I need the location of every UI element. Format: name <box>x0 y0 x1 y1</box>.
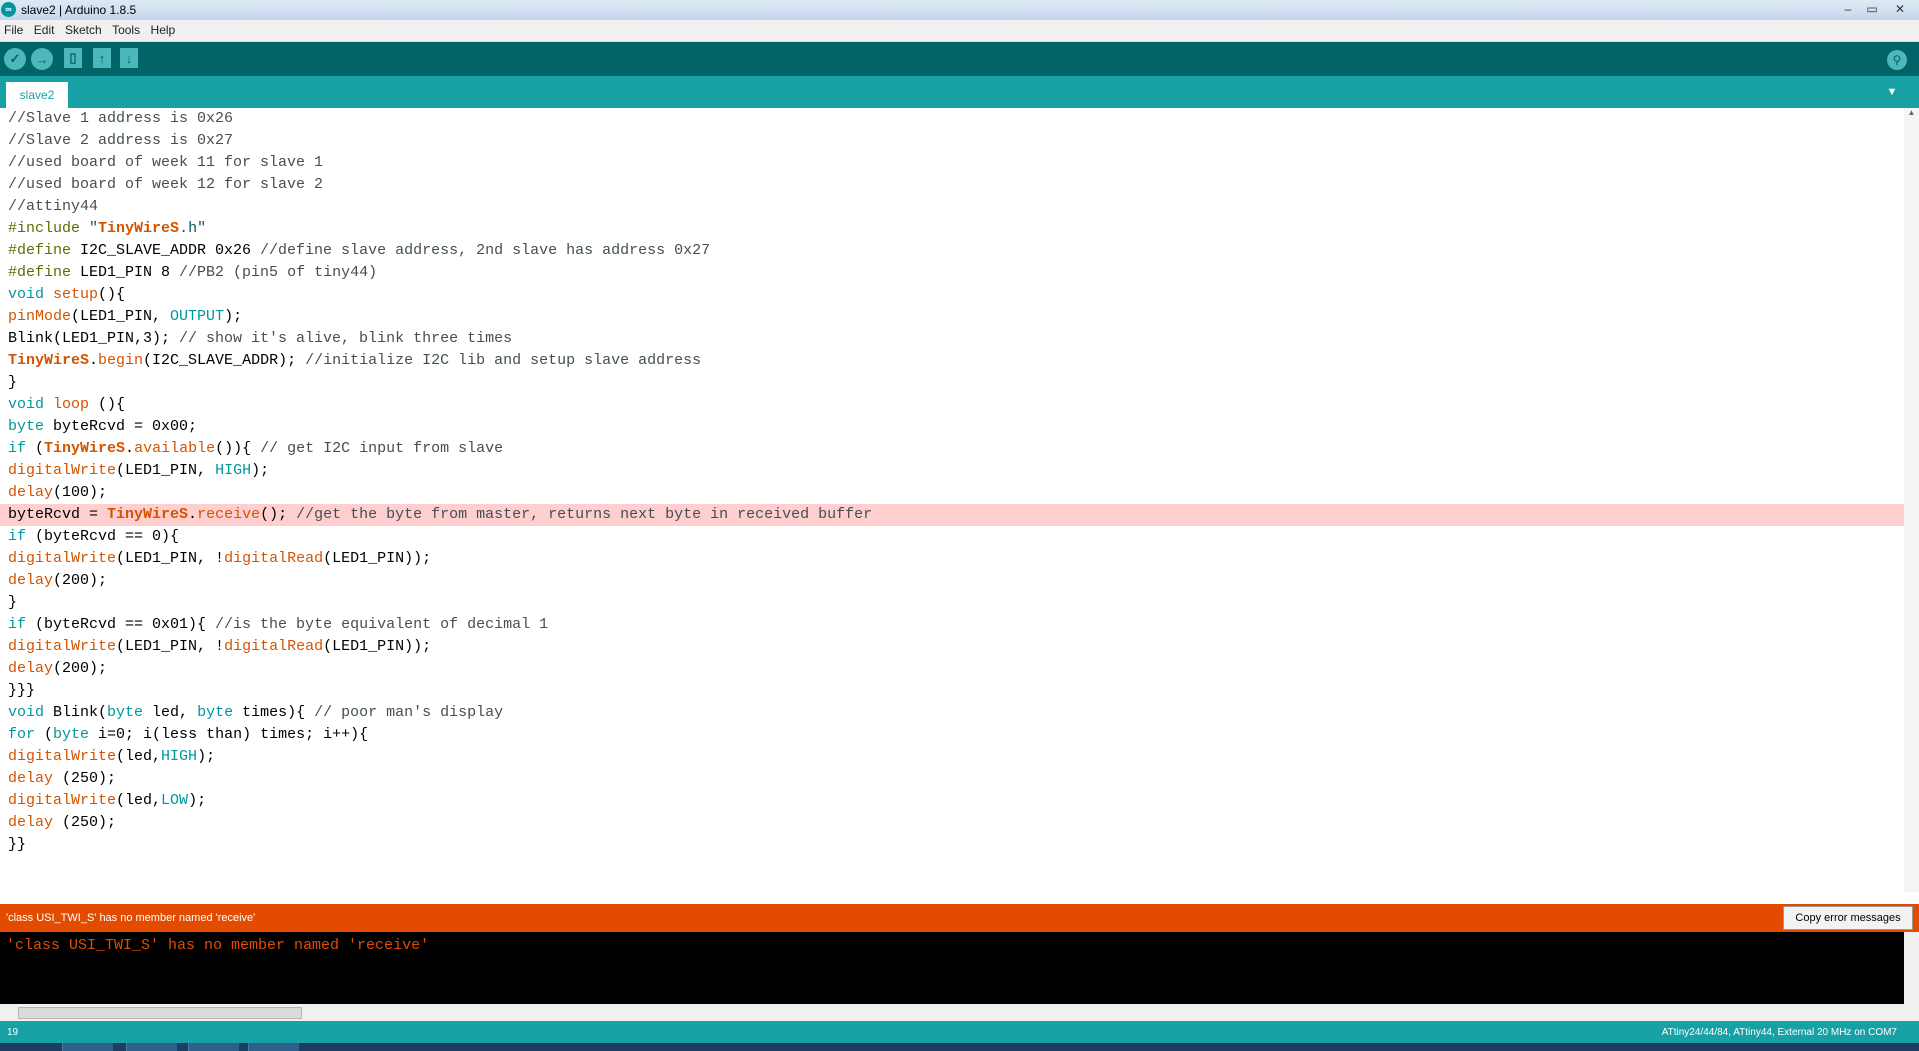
console-text: 'class USI_TWI_S' has no member named 'r… <box>6 937 430 954</box>
menu-sketch[interactable]: Sketch <box>61 20 104 37</box>
menu-tools[interactable]: Tools <box>108 20 142 37</box>
code-line[interactable]: digitalWrite(LED1_PIN, !digitalRead(LED1… <box>0 548 1904 570</box>
menu-help[interactable]: Help <box>147 20 178 37</box>
code-line[interactable]: if (byteRcvd == 0x01){ //is the byte equ… <box>0 614 1904 636</box>
status-bar: 19 ATtiny24/44/84, ATtiny44, External 20… <box>0 1021 1919 1043</box>
taskbar-item[interactable] <box>188 1043 239 1051</box>
menu-file[interactable]: File <box>0 20 25 37</box>
code-line[interactable]: //used board of week 11 for slave 1 <box>0 152 1904 174</box>
board-info: ATtiny24/44/84, ATtiny44, External 20 MH… <box>1661 1027 1897 1038</box>
toolbar: ✓ → ▯ ↑ ↓ ⚲ <box>0 42 1919 76</box>
save-icon[interactable]: ↓ <box>120 48 138 68</box>
code-editor[interactable]: //Slave 1 address is 0x26//Slave 2 addre… <box>0 108 1904 892</box>
verify-icon[interactable]: ✓ <box>4 48 26 70</box>
arduino-logo-icon: ∞ <box>1 2 16 17</box>
horizontal-scroll-thumb[interactable] <box>18 1007 302 1019</box>
tab-bar: slave2 ▼ <box>0 76 1919 108</box>
code-line[interactable]: for (byte i=0; i(less than) times; i++){ <box>0 724 1904 746</box>
upload-icon[interactable]: → <box>31 48 53 70</box>
code-line[interactable]: //Slave 2 address is 0x27 <box>0 130 1904 152</box>
console-vertical-scrollbar[interactable] <box>1904 932 1919 1004</box>
tab-menu-icon[interactable]: ▼ <box>1885 85 1899 99</box>
editor-vertical-scrollbar[interactable]: ▲ <box>1904 108 1919 892</box>
code-line[interactable]: #define LED1_PIN 8 //PB2 (pin5 of tiny44… <box>0 262 1904 284</box>
code-line[interactable]: delay (250); <box>0 812 1904 834</box>
menu-edit[interactable]: Edit <box>30 20 57 37</box>
taskbar-item[interactable] <box>126 1043 177 1051</box>
console-horizontal-scrollbar[interactable] <box>0 1004 1919 1021</box>
code-line[interactable]: void Blink(byte led, byte times){ // poo… <box>0 702 1904 724</box>
code-line[interactable]: Blink(LED1_PIN,3); // show it's alive, b… <box>0 328 1904 350</box>
console-output[interactable]: 'class USI_TWI_S' has no member named 'r… <box>0 932 1904 1004</box>
code-line[interactable]: }} <box>0 834 1904 856</box>
taskbar <box>0 1043 1919 1051</box>
code-line[interactable]: digitalWrite(LED1_PIN, HIGH); <box>0 460 1904 482</box>
code-line[interactable]: //used board of week 12 for slave 2 <box>0 174 1904 196</box>
code-line[interactable]: void loop (){ <box>0 394 1904 416</box>
taskbar-item[interactable] <box>62 1043 113 1051</box>
code-line[interactable]: digitalWrite(LED1_PIN, !digitalRead(LED1… <box>0 636 1904 658</box>
code-line[interactable]: delay(200); <box>0 570 1904 592</box>
code-line[interactable]: TinyWireS.begin(I2C_SLAVE_ADDR); //initi… <box>0 350 1904 372</box>
new-icon[interactable]: ▯ <box>64 48 82 68</box>
code-line[interactable]: delay (250); <box>0 768 1904 790</box>
taskbar-item[interactable] <box>248 1043 299 1051</box>
line-number: 19 <box>7 1027 19 1038</box>
code-line[interactable]: } <box>0 592 1904 614</box>
menu-bar: File Edit Sketch Tools Help <box>0 20 1919 42</box>
tab-slave2[interactable]: slave2 <box>6 82 68 108</box>
error-message: 'class USI_TWI_S' has no member named 'r… <box>6 912 256 924</box>
code-line[interactable]: //Slave 1 address is 0x26 <box>0 108 1904 130</box>
code-line[interactable]: if (TinyWireS.available()){ // get I2C i… <box>0 438 1904 460</box>
code-line[interactable]: digitalWrite(led,LOW); <box>0 790 1904 812</box>
serial-monitor-icon[interactable]: ⚲ <box>1887 50 1907 70</box>
code-line[interactable]: delay(200); <box>0 658 1904 680</box>
code-line[interactable]: #define I2C_SLAVE_ADDR 0x26 //define sla… <box>0 240 1904 262</box>
close-icon[interactable]: ✕ <box>1889 2 1911 16</box>
code-line[interactable]: } <box>0 372 1904 394</box>
window-titlebar: ∞ slave2 | Arduino 1.8.5 – ▭ ✕ <box>0 0 1919 21</box>
code-line[interactable]: digitalWrite(led,HIGH); <box>0 746 1904 768</box>
code-line[interactable]: //attiny44 <box>0 196 1904 218</box>
error-bar: 'class USI_TWI_S' has no member named 'r… <box>0 904 1919 932</box>
window-title: slave2 | Arduino 1.8.5 <box>21 3 137 17</box>
maximize-icon[interactable]: ▭ <box>1861 2 1883 16</box>
code-line[interactable]: delay(100); <box>0 482 1904 504</box>
code-line[interactable]: void setup(){ <box>0 284 1904 306</box>
code-line[interactable]: if (byteRcvd == 0){ <box>0 526 1904 548</box>
code-line[interactable]: }}} <box>0 680 1904 702</box>
code-line[interactable]: byteRcvd = TinyWireS.receive(); //get th… <box>0 504 1904 526</box>
code-line[interactable]: byte byteRcvd = 0x00; <box>0 416 1904 438</box>
minimize-icon[interactable]: – <box>1837 2 1859 16</box>
scroll-up-icon[interactable]: ▲ <box>1904 108 1919 117</box>
code-line[interactable]: pinMode(LED1_PIN, OUTPUT); <box>0 306 1904 328</box>
open-icon[interactable]: ↑ <box>93 48 111 68</box>
copy-error-messages-button[interactable]: Copy error messages <box>1783 906 1913 930</box>
code-line[interactable]: #include "TinyWireS.h" <box>0 218 1904 240</box>
